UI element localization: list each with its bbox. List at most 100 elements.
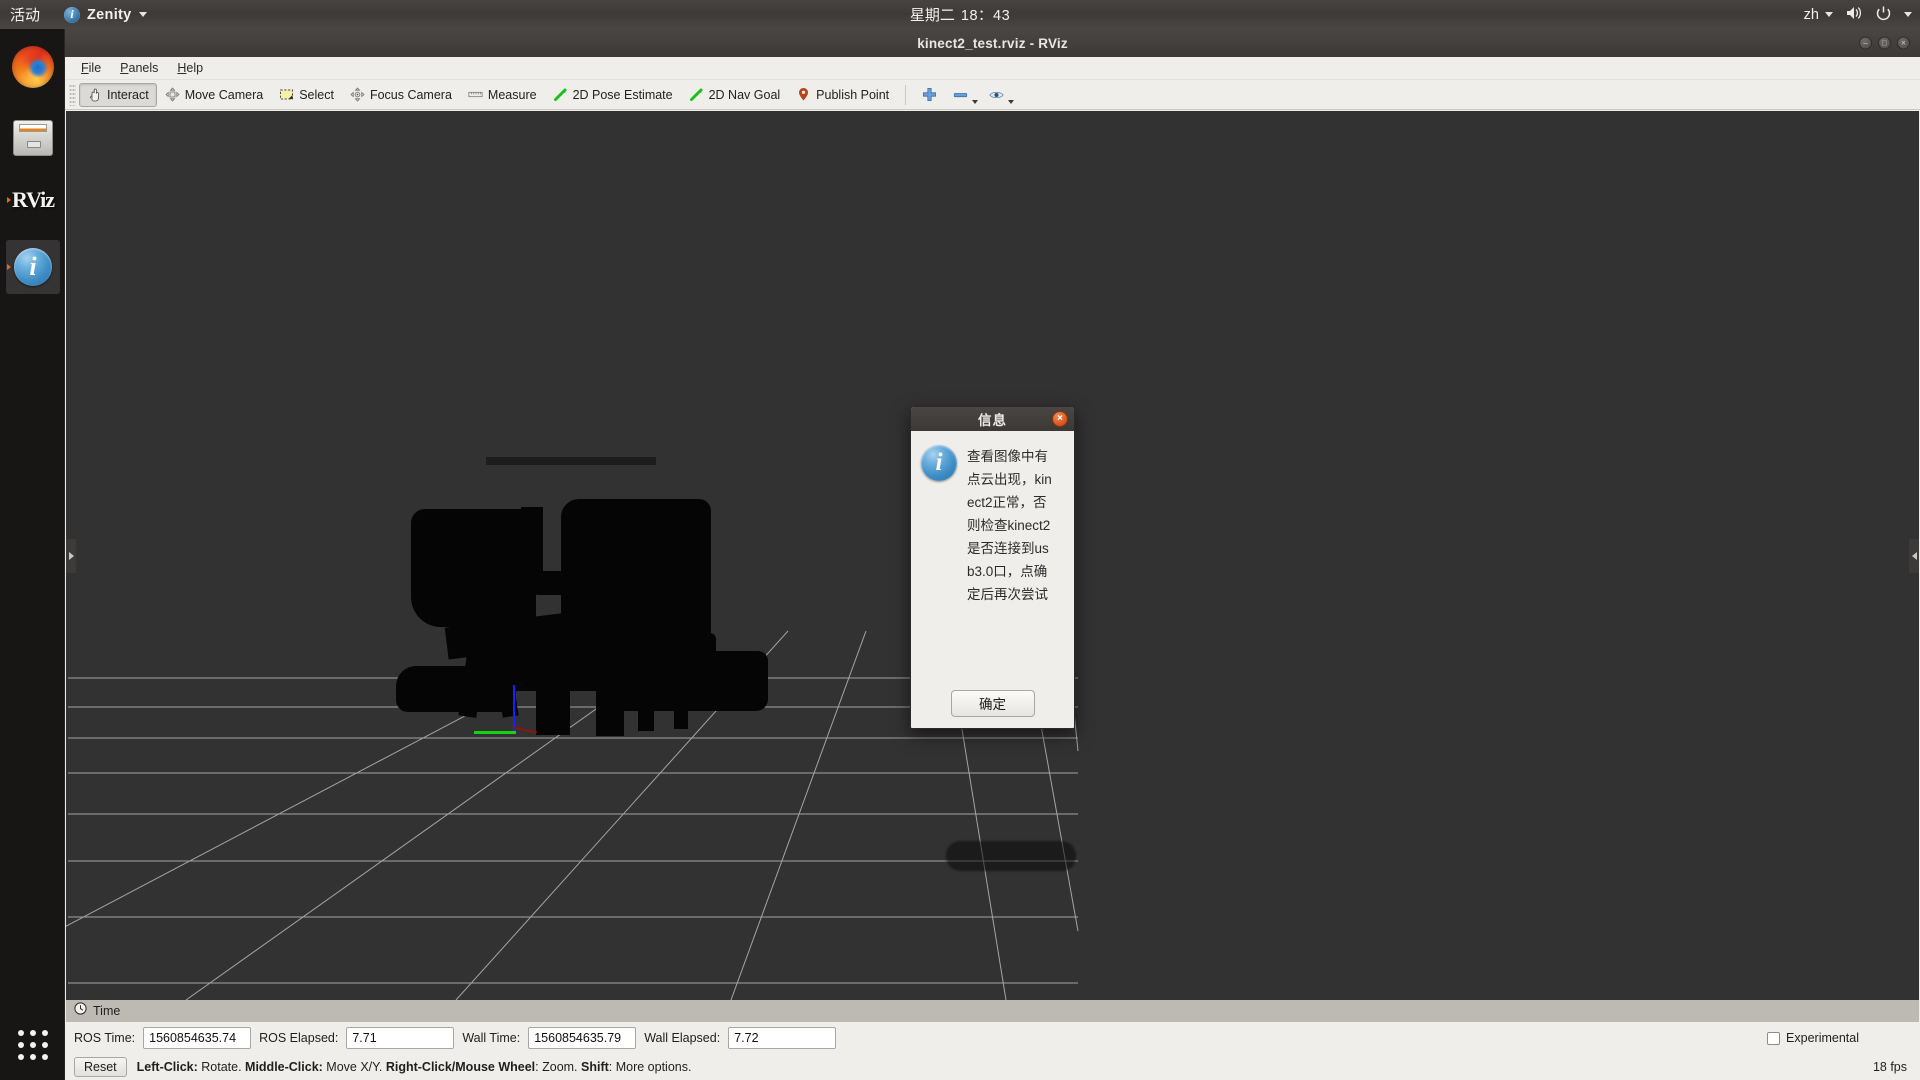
window-title: kinect2_test.rviz - RViz	[917, 36, 1068, 51]
pointcloud-blob	[536, 671, 570, 735]
hint-left-click-text: Rotate.	[198, 1060, 245, 1074]
wall-time-label: Wall Time:	[462, 1031, 520, 1045]
right-dock-expand-handle[interactable]	[1909, 539, 1919, 573]
tool-focus-camera-label: Focus Camera	[370, 88, 452, 102]
tool-2d-pose-estimate-label: 2D Pose Estimate	[573, 88, 673, 102]
hint-middle-click-text: Move X/Y.	[323, 1060, 386, 1074]
tool-select[interactable]: Select	[271, 83, 342, 107]
checkbox-box-icon	[1767, 1032, 1780, 1045]
left-dock-expand-handle[interactable]	[66, 539, 76, 573]
app-menu-label: Zenity	[87, 7, 132, 23]
menu-help-label: elp	[186, 61, 203, 75]
clock-time: 18：43	[961, 4, 1010, 25]
time-panel-header[interactable]: Time	[66, 1000, 1919, 1022]
select-rect-icon	[279, 87, 294, 102]
focus-camera-icon	[350, 87, 365, 102]
time-panel-title: Time	[93, 1004, 120, 1018]
menu-panels-label: anels	[129, 61, 159, 75]
launcher-item-files[interactable]	[6, 111, 60, 165]
toolbar: Interact Move Camera Select Focus Camera	[65, 80, 1920, 110]
ok-button[interactable]: 确定	[951, 690, 1035, 717]
toolbar-grip-handle[interactable]	[69, 84, 76, 106]
maximize-icon: □	[1882, 39, 1887, 47]
mouse-hint-text: Left-Click: Rotate. Middle-Click: Move X…	[137, 1060, 692, 1074]
eye-icon	[989, 87, 1004, 102]
system-tray: zh	[1804, 5, 1912, 25]
experimental-checkbox[interactable]: Experimental	[1767, 1031, 1859, 1045]
tool-2d-nav-goal[interactable]: 2D Nav Goal	[681, 83, 789, 107]
app-menu-zenity[interactable]: i Zenity	[64, 7, 147, 23]
menu-panels-mnemonic: P	[120, 61, 128, 75]
statusbar: Reset Left-Click: Rotate. Middle-Click: …	[66, 1054, 1919, 1079]
map-pin-icon	[796, 87, 811, 102]
language-indicator[interactable]: zh	[1804, 7, 1833, 23]
add-tool-button[interactable]	[914, 83, 945, 107]
running-indicator-icon	[7, 264, 11, 270]
wall-elapsed-input[interactable]: 7.72	[728, 1027, 836, 1049]
pointcloud-blob	[618, 651, 768, 711]
dialog-title: 信息	[978, 409, 1007, 429]
pointcloud-blob	[586, 499, 696, 535]
clock[interactable]: 星期二 18：43	[910, 4, 1010, 25]
speaker-icon[interactable]	[1845, 5, 1863, 24]
hint-left-click-bold: Left-Click:	[137, 1060, 198, 1074]
launcher-item-rviz[interactable]: RViz	[6, 173, 60, 227]
pointcloud-noise	[946, 841, 1076, 871]
maximize-button[interactable]: □	[1878, 37, 1891, 50]
ruler-icon	[468, 87, 483, 102]
pointcloud-noise	[486, 457, 656, 465]
tool-properties-button[interactable]	[981, 83, 1017, 107]
info-circle-icon: i	[921, 445, 957, 481]
axis-y-marker	[474, 731, 516, 734]
close-button[interactable]: ×	[1897, 37, 1910, 50]
pointcloud-blob	[411, 509, 536, 627]
minimize-button[interactable]: –	[1859, 37, 1872, 50]
tool-focus-camera[interactable]: Focus Camera	[342, 83, 460, 107]
unity-launcher: RViz i	[0, 29, 65, 1080]
clock-dayname: 星期二	[910, 4, 955, 25]
menu-help[interactable]: Help	[169, 59, 211, 77]
launcher-item-zenity[interactable]: i	[6, 240, 60, 294]
tool-interact[interactable]: Interact	[79, 83, 157, 107]
close-icon: ×	[1901, 39, 1906, 47]
launcher-item-firefox[interactable]	[6, 40, 60, 94]
toolbar-separator	[905, 85, 906, 105]
wall-elapsed-label: Wall Elapsed:	[644, 1031, 720, 1045]
hint-middle-click-bold: Middle-Click:	[245, 1060, 323, 1074]
tool-move-camera[interactable]: Move Camera	[157, 83, 272, 107]
green-arrow-icon	[689, 87, 704, 102]
dialog-body: i 查看图像中有点云出现，kinect2正常，否则检查kinect2是否连接到u…	[911, 431, 1074, 614]
desktop-top-panel: 活动 i Zenity 星期二 18：43 zh	[0, 0, 1920, 29]
chevron-down-icon[interactable]	[1904, 12, 1912, 17]
window-titlebar[interactable]: kinect2_test.rviz - RViz – □ ×	[65, 29, 1920, 57]
dialog-actions: 确定	[911, 678, 1074, 728]
reset-button[interactable]: Reset	[74, 1057, 127, 1077]
fps-counter: 18 fps	[1873, 1060, 1907, 1074]
menubar: File Panels Help	[65, 57, 1920, 80]
ros-elapsed-input[interactable]: 7.71	[346, 1027, 454, 1049]
pointcloud-blob	[521, 507, 543, 577]
rviz-logo-icon: RViz	[12, 187, 54, 213]
time-panel: Time ROS Time: 1560854635.74 ROS Elapsed…	[66, 1000, 1919, 1079]
remove-tool-button[interactable]	[945, 83, 981, 107]
power-icon[interactable]	[1875, 5, 1892, 25]
tool-measure-label: Measure	[488, 88, 537, 102]
tool-2d-pose-estimate[interactable]: 2D Pose Estimate	[545, 83, 681, 107]
menu-file[interactable]: File	[73, 59, 109, 77]
apps-grid-icon[interactable]	[6, 1018, 60, 1072]
dialog-message: 查看图像中有点云出现，kinect2正常，否则检查kinect2是否连接到usb…	[967, 445, 1053, 606]
info-circle-icon: i	[64, 7, 80, 23]
activities-button[interactable]: 活动	[10, 4, 40, 25]
info-dialog: 信息 × i 查看图像中有点云出现，kinect2正常，否则检查kinect2是…	[910, 406, 1075, 729]
wall-time-input[interactable]: 1560854635.79	[528, 1027, 636, 1049]
hint-right-click-bold: Right-Click/Mouse Wheel	[386, 1060, 535, 1074]
ros-time-input[interactable]: 1560854635.74	[143, 1027, 251, 1049]
tool-2d-nav-goal-label: 2D Nav Goal	[709, 88, 781, 102]
dialog-titlebar[interactable]: 信息 ×	[911, 407, 1074, 431]
tool-publish-point[interactable]: Publish Point	[788, 83, 897, 107]
menu-panels[interactable]: Panels	[112, 59, 166, 77]
tool-measure[interactable]: Measure	[460, 83, 545, 107]
running-indicator-icon	[7, 197, 11, 203]
firefox-icon	[12, 46, 54, 88]
close-icon[interactable]: ×	[1052, 411, 1068, 427]
